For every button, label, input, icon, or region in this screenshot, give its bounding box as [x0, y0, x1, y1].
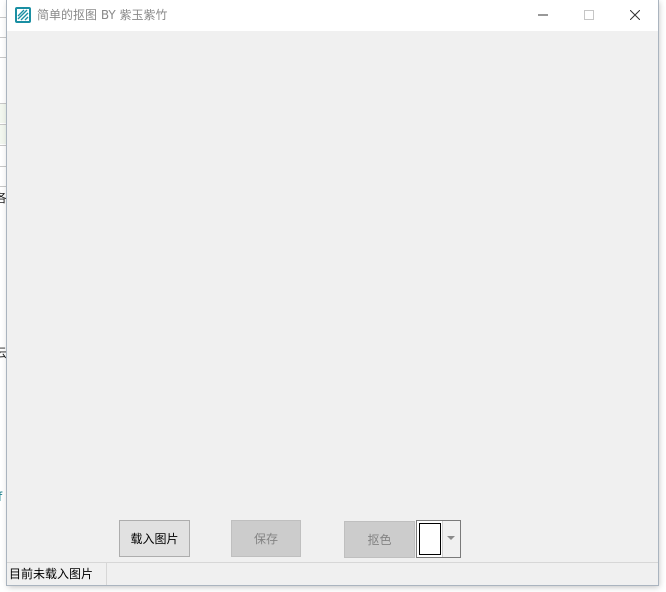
- key-color-button[interactable]: 抠色: [344, 521, 415, 558]
- maximize-button[interactable]: [566, 0, 612, 31]
- close-button[interactable]: [612, 0, 658, 31]
- minimize-icon: [538, 14, 548, 16]
- app-icon: [15, 7, 31, 23]
- minimize-button[interactable]: [520, 0, 566, 31]
- image-canvas[interactable]: 载入图片 保存 抠色: [7, 31, 658, 562]
- save-button[interactable]: 保存: [231, 520, 301, 557]
- load-image-button[interactable]: 载入图片: [119, 520, 190, 557]
- background-text: 各: [0, 191, 8, 205]
- maximize-icon: [584, 10, 594, 20]
- color-swatch: [419, 523, 441, 555]
- color-picker-dropdown[interactable]: [416, 520, 461, 558]
- chevron-down-icon: [447, 536, 455, 540]
- status-text: 目前未载入图片: [7, 563, 107, 585]
- background-text: 云: [0, 346, 8, 360]
- status-bar: 目前未载入图片: [7, 562, 658, 585]
- close-icon: [630, 10, 640, 20]
- window-title: 简单的抠图 BY 紫玉紫竹: [37, 8, 168, 22]
- screen: 各 云 f 简单的抠图 BY 紫玉紫竹 载入图片 保存 抠色 目前未载入图片: [0, 0, 666, 592]
- dropdown-arrow[interactable]: [442, 521, 460, 557]
- title-bar[interactable]: 简单的抠图 BY 紫玉紫竹: [7, 0, 658, 31]
- background-text: f: [0, 490, 3, 504]
- app-window: 简单的抠图 BY 紫玉紫竹 载入图片 保存 抠色 目前未载入图片: [7, 0, 658, 585]
